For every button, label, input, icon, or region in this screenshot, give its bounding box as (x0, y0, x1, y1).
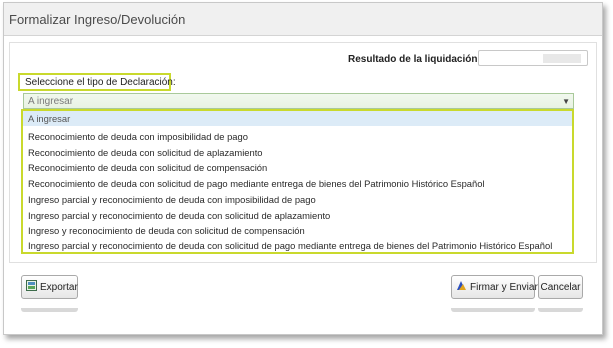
dialog-window: Formalizar Ingreso/Devolución Resultado … (3, 2, 603, 335)
option-item[interactable]: Ingreso parcial y reconocimiento de deud… (28, 210, 330, 221)
cancel-button-shadow (538, 308, 583, 312)
option-a-ingresar[interactable]: A ingresar (23, 111, 572, 126)
result-value (543, 54, 581, 63)
export-button-shadow (21, 308, 78, 312)
option-item[interactable]: Reconocimiento de deuda con solicitud de… (28, 178, 485, 189)
title-bar: Formalizar Ingreso/Devolución (4, 3, 602, 36)
declaration-type-select[interactable]: A ingresar ▼ (23, 93, 574, 109)
cancel-label: Cancelar (540, 281, 581, 293)
declaration-options-list: A ingresar Reconocimiento de deuda con i… (21, 109, 574, 254)
chevron-down-icon[interactable]: ▼ (562, 97, 570, 106)
option-item[interactable]: Reconocimiento de deuda con solicitud de… (28, 162, 267, 173)
declaration-type-label-box: Seleccione el tipo de Declaración: (18, 73, 176, 91)
export-label: Exportar (40, 281, 78, 293)
option-item[interactable]: Ingreso parcial y reconocimiento de deud… (28, 194, 316, 205)
dialog-title: Formalizar Ingreso/Devolución (9, 12, 186, 27)
export-icon (26, 280, 37, 294)
option-item[interactable]: Reconocimiento de deuda con solicitud de… (28, 147, 263, 158)
declaration-selected-value: A ingresar (28, 96, 74, 107)
sign-and-send-button[interactable]: Firmar y Enviar (451, 275, 538, 299)
sign-icon (456, 280, 467, 294)
declaration-type-label: Seleccione el tipo de Declaración: (25, 77, 176, 88)
sign-button-shadow (451, 308, 535, 312)
option-item[interactable]: Reconocimiento de deuda con imposibilida… (28, 131, 248, 142)
result-label: Resultado de la liquidación (348, 54, 478, 65)
sign-and-send-label: Firmar y Enviar (470, 281, 538, 293)
export-button[interactable]: Exportar (21, 275, 78, 299)
cancel-button[interactable]: Cancelar (538, 275, 583, 299)
result-field[interactable] (478, 50, 588, 66)
option-item[interactable]: Ingreso parcial y reconocimiento de deud… (28, 240, 552, 251)
option-item[interactable]: Ingreso y reconocimiento de deuda con so… (28, 225, 305, 236)
